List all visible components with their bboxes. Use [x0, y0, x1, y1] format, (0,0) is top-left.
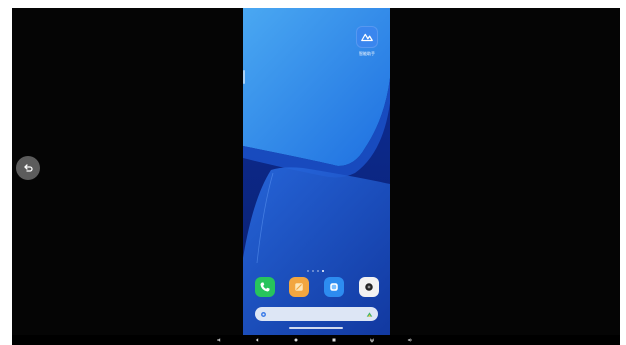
nav-bar — [12, 335, 620, 345]
messages-icon — [330, 283, 338, 291]
app-label: 智能助手 — [359, 51, 375, 56]
volume-down-icon — [217, 338, 221, 342]
app-icon[interactable] — [356, 26, 378, 48]
page-dot — [317, 270, 319, 272]
notes-app[interactable] — [289, 277, 309, 297]
edge-handle[interactable] — [243, 70, 245, 84]
hide-icon — [369, 338, 375, 343]
volume-up-icon — [407, 338, 412, 342]
home-button[interactable] — [291, 335, 301, 345]
assistant-icon — [366, 311, 373, 317]
camera-icon — [365, 283, 373, 291]
back-icon — [255, 338, 259, 342]
hide-nav-button[interactable] — [367, 335, 377, 345]
camera-app[interactable] — [359, 277, 379, 297]
phone-screen: 智能助手 — [243, 8, 390, 335]
return-icon — [24, 164, 33, 172]
recents-icon — [332, 338, 336, 342]
search-bar[interactable] — [255, 307, 378, 321]
messages-app[interactable] — [324, 277, 344, 297]
device-frame: 智能助手 — [12, 8, 620, 335]
home-icon — [294, 338, 298, 342]
page-dot — [307, 270, 309, 272]
back-button[interactable] — [252, 335, 262, 345]
home-indicator[interactable] — [289, 327, 343, 329]
return-button[interactable] — [16, 156, 40, 180]
phone-app[interactable] — [255, 277, 275, 297]
page-dot — [312, 270, 314, 272]
volume-down-button[interactable] — [214, 335, 224, 345]
page-indicator — [307, 270, 324, 272]
volume-up-button[interactable] — [405, 335, 415, 345]
page-dot-active — [322, 270, 324, 272]
phone-icon — [260, 282, 270, 292]
notes-icon — [295, 283, 303, 291]
search-icon — [261, 311, 266, 317]
recents-button[interactable] — [329, 335, 339, 345]
dock — [255, 277, 379, 299]
app-mountain-icon — [361, 33, 373, 42]
